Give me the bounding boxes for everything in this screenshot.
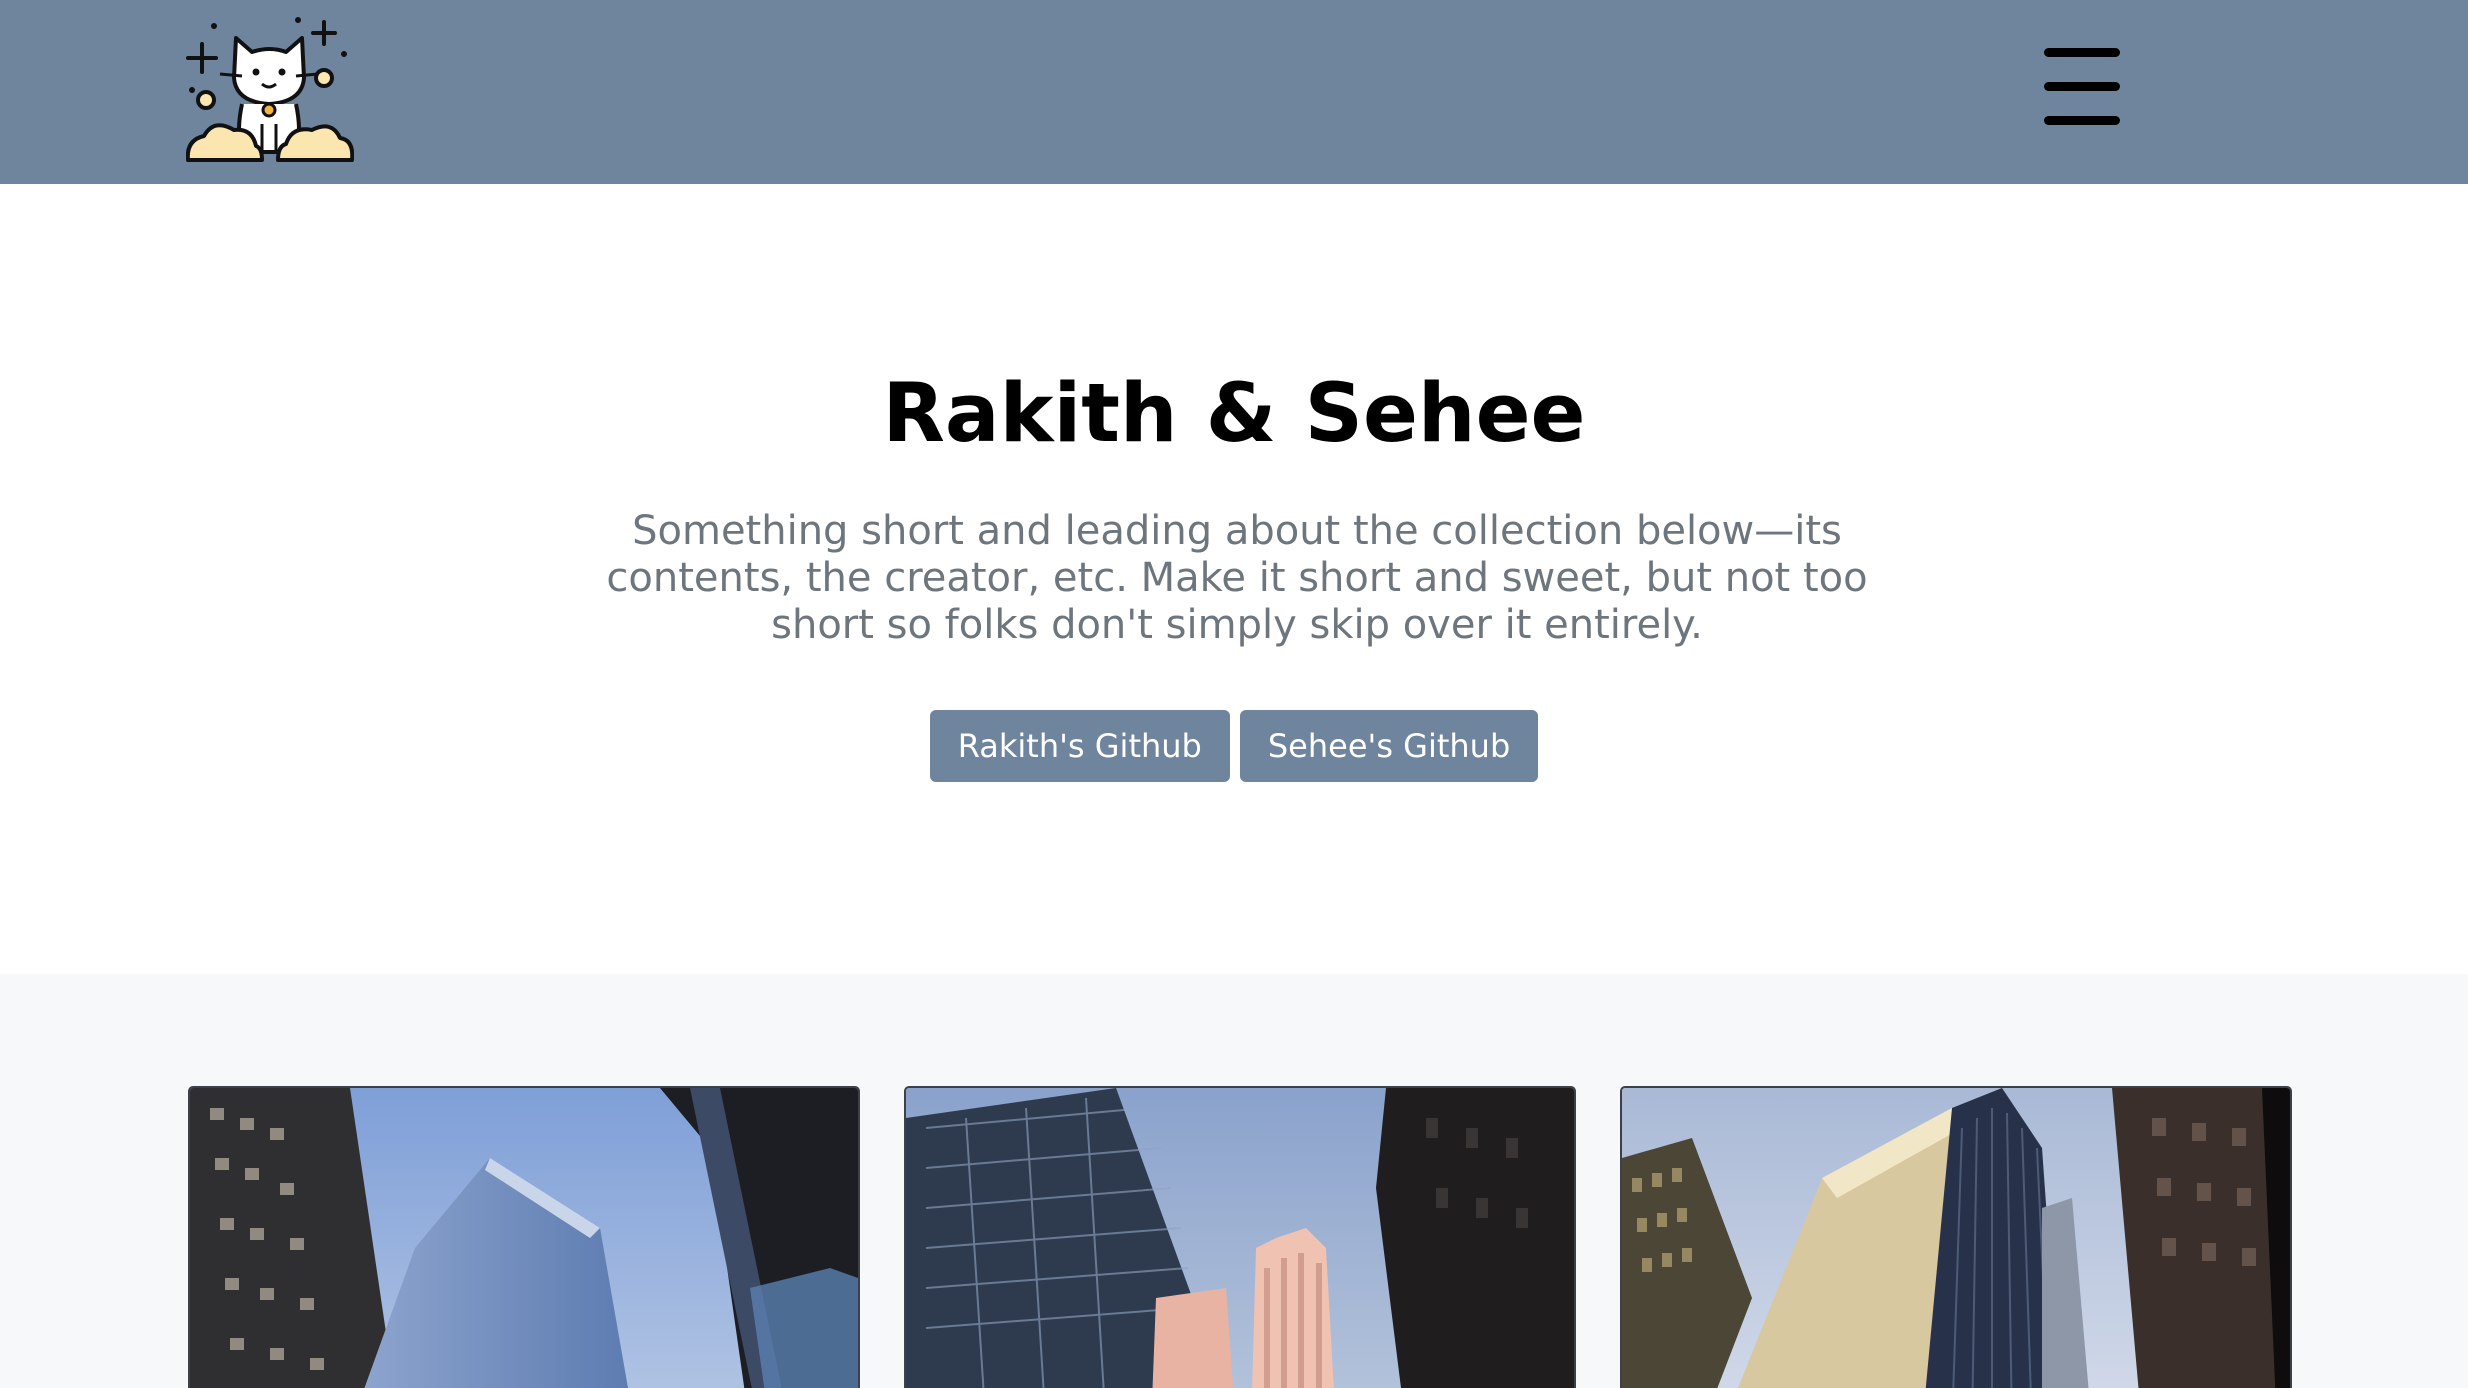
page-title: Rakith & Sehee: [882, 367, 1586, 461]
album-section: [0, 974, 2468, 1388]
cat-logo-icon[interactable]: [185, 14, 355, 162]
menu-bar-middle: [2044, 82, 2120, 91]
hero-buttons: Rakith's Github Sehee's Github: [0, 710, 2468, 782]
hero-lead-text: Something short and leading about the co…: [606, 508, 1868, 648]
sehee-github-button[interactable]: Sehee's Github: [1239, 710, 1539, 782]
album-card-2[interactable]: [904, 1086, 1576, 1388]
menu-bar-top: [2044, 48, 2120, 57]
menu-bar-bottom: [2044, 116, 2120, 125]
rakith-github-button[interactable]: Rakith's Github: [929, 710, 1230, 782]
album-card-1[interactable]: [188, 1086, 860, 1388]
hero-section: Rakith & Sehee Something short and leadi…: [0, 184, 2468, 974]
album-card-3[interactable]: [1620, 1086, 2292, 1388]
skyscrapers-image-2: [906, 1088, 1574, 1388]
navbar: [0, 0, 2468, 184]
skyscrapers-image-3: [1622, 1088, 2290, 1388]
hamburger-menu-icon[interactable]: [2038, 44, 2124, 130]
skyscrapers-image-1: [190, 1088, 858, 1388]
